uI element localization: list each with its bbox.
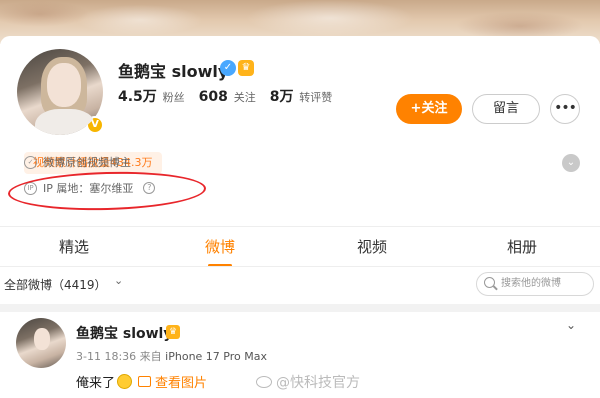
creator-tag: 微博原创视频博主 xyxy=(43,156,131,169)
search-icon xyxy=(484,277,495,288)
post-meta: 3-11 18:36 来自 iPhone 17 Pro Max xyxy=(76,348,267,364)
profile-tabs: 精选 微博 视频 相册 xyxy=(0,228,600,267)
image-icon xyxy=(138,376,152,387)
post-time[interactable]: 3-11 18:36 xyxy=(76,350,136,363)
tab-weibo[interactable]: 微博 xyxy=(180,236,260,257)
shield-icon: ✓ xyxy=(24,155,37,169)
smile-emoji-icon xyxy=(117,374,133,389)
profile-name: 鱼鹅宝 slowly xyxy=(118,62,229,81)
post-source: iPhone 17 Pro Max xyxy=(165,350,267,363)
post-menu-chevron-icon[interactable]: ⌄ xyxy=(566,318,576,332)
stat-engagement[interactable]: 8万 转评赞 xyxy=(270,86,333,106)
verified-icon: ✓ xyxy=(220,60,236,76)
stat-following[interactable]: 608 关注 xyxy=(199,89,256,105)
view-images-link[interactable]: 查看图片 xyxy=(155,372,207,391)
engagement-label: 转评赞 xyxy=(299,91,333,104)
section-divider xyxy=(0,226,600,227)
post-text: 俺来了 xyxy=(76,376,116,391)
all-posts-filter[interactable]: 全部微博（4419） xyxy=(4,276,107,293)
search-icon-wrap xyxy=(476,272,500,296)
profile-stats: 4.5万 粉丝 608 关注 8万 转评赞 xyxy=(118,86,332,106)
crown-icon: ♛ xyxy=(166,325,180,339)
weibo-logo-icon xyxy=(256,376,272,388)
tab-video[interactable]: 视频 xyxy=(332,236,412,257)
post-author[interactable]: 鱼鹅宝 slowly xyxy=(76,323,172,343)
feed-divider xyxy=(0,304,600,312)
stat-followers[interactable]: 4.5万 粉丝 xyxy=(118,86,185,106)
post-content: 俺来了 查看图片 xyxy=(76,372,207,391)
collapse-chevron-icon[interactable]: ⌄ xyxy=(562,154,580,172)
crown-icon: ♛ xyxy=(238,60,254,76)
engagement-count: 8万 xyxy=(269,89,294,105)
followers-count: 4.5万 xyxy=(118,89,157,105)
following-count: 608 xyxy=(198,89,228,105)
tab-featured[interactable]: 精选 xyxy=(34,236,114,257)
followers-label: 粉丝 xyxy=(162,91,185,104)
profile-avatar[interactable] xyxy=(14,46,106,138)
post-from: 来自 xyxy=(139,350,162,363)
creator-tag-row: ✓ 微博原创视频博主 xyxy=(24,154,131,170)
more-options-button[interactable]: ••• xyxy=(550,94,580,124)
follow-button[interactable]: +关注 xyxy=(396,94,462,124)
following-label: 关注 xyxy=(233,91,256,104)
chevron-down-icon[interactable]: ⌄ xyxy=(114,274,123,287)
tabs-divider xyxy=(0,266,600,267)
post-avatar[interactable] xyxy=(16,318,66,368)
message-button[interactable]: 留言 xyxy=(472,94,540,124)
watermark-text: @快科技官方 xyxy=(276,375,360,391)
tab-album[interactable]: 相册 xyxy=(482,236,562,257)
watermark: @快科技官方 xyxy=(256,372,360,392)
